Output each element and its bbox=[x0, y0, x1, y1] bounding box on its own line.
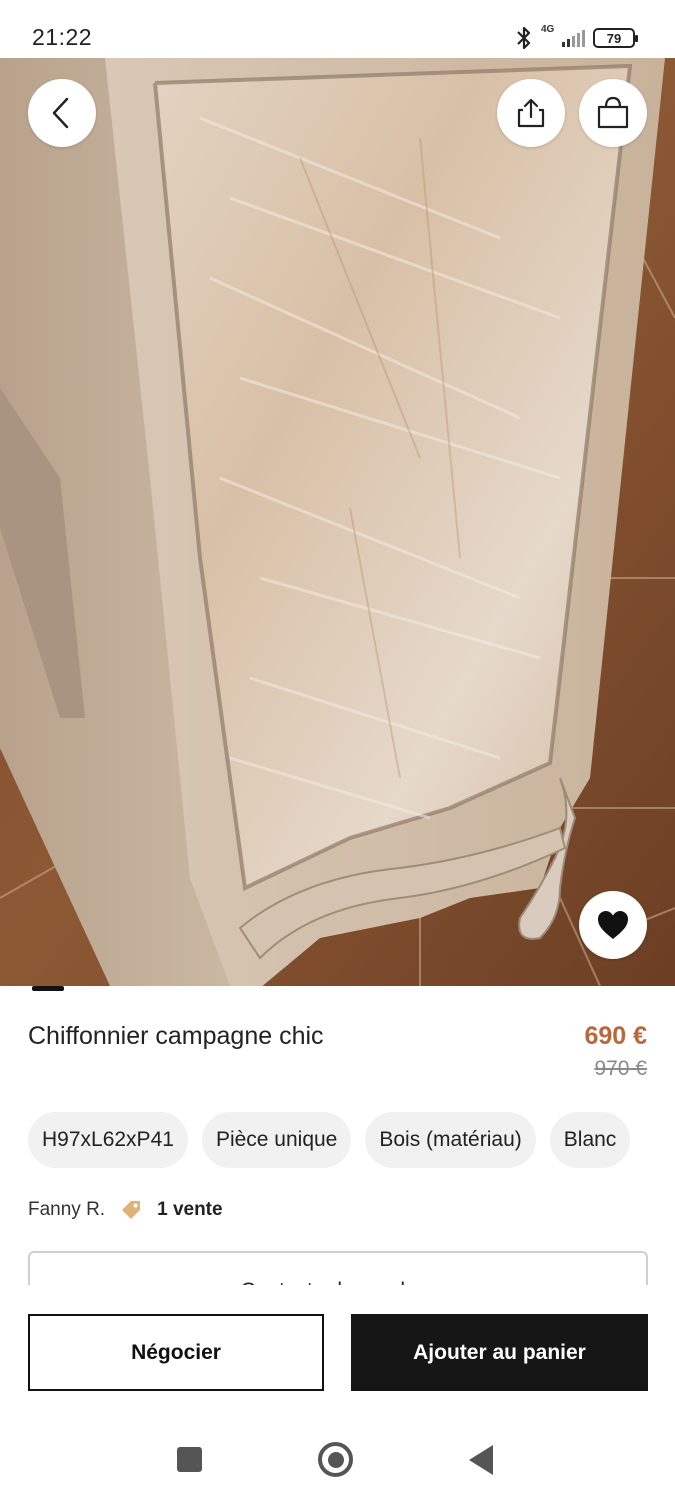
bluetooth-icon bbox=[517, 26, 531, 50]
negotiate-button[interactable]: Négocier bbox=[28, 1314, 324, 1391]
share-icon bbox=[517, 98, 545, 128]
shopping-bag-icon bbox=[597, 96, 629, 129]
seller-name[interactable]: Fanny R. bbox=[28, 1199, 105, 1221]
attribute-chips: H97xL62xP41 Pièce unique Bois (matériau)… bbox=[28, 1112, 631, 1168]
recents-icon[interactable] bbox=[177, 1447, 202, 1472]
share-button[interactable] bbox=[497, 79, 565, 147]
action-bar: Négocier Ajouter au panier bbox=[0, 1285, 675, 1415]
seller-info[interactable]: Fanny R. 1 vente bbox=[28, 1198, 223, 1222]
product-photo[interactable] bbox=[0, 58, 675, 986]
back-button[interactable] bbox=[28, 79, 96, 147]
chevron-left-icon bbox=[52, 97, 69, 129]
chip-material[interactable]: Bois (matériau) bbox=[365, 1112, 536, 1168]
network-type: 4G bbox=[541, 24, 555, 35]
favorite-button[interactable] bbox=[579, 891, 647, 959]
price-tag-icon bbox=[122, 1201, 141, 1219]
back-triangle-icon[interactable] bbox=[469, 1445, 493, 1475]
status-icons: 4G 79 bbox=[515, 24, 638, 52]
chip-color[interactable]: Blanc bbox=[549, 1112, 631, 1168]
product-price: 690 € bbox=[584, 1022, 647, 1050]
carousel-indicator bbox=[32, 986, 64, 991]
seller-sales-count: 1 vente bbox=[157, 1199, 223, 1220]
status-time: 21:22 bbox=[32, 24, 93, 50]
status-bar: 21:22 4G 79 bbox=[0, 0, 675, 58]
product-image bbox=[0, 58, 675, 986]
battery-icon: 79 bbox=[593, 28, 638, 48]
cart-button[interactable] bbox=[579, 79, 647, 147]
add-to-cart-button[interactable]: Ajouter au panier bbox=[351, 1314, 648, 1391]
product-title: Chiffonnier campagne chic bbox=[28, 1022, 324, 1050]
battery-level: 79 bbox=[606, 30, 622, 46]
home-icon[interactable] bbox=[318, 1442, 353, 1477]
chip-unique-piece[interactable]: Pièce unique bbox=[201, 1112, 352, 1168]
product-old-price: 970 € bbox=[594, 1057, 647, 1080]
signal-icon: 4G bbox=[541, 25, 585, 51]
heart-icon bbox=[598, 911, 628, 939]
system-nav-bar bbox=[0, 1415, 675, 1500]
chip-dimensions[interactable]: H97xL62xP41 bbox=[28, 1112, 188, 1168]
